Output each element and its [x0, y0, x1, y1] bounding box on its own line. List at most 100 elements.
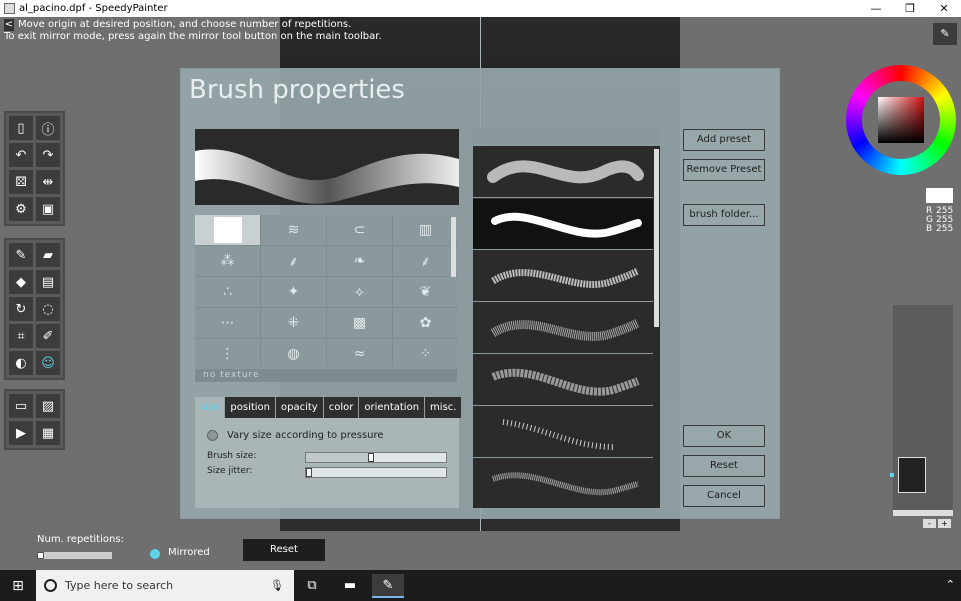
windows-start-icon[interactable]: ⊞	[0, 570, 36, 601]
current-color-swatch[interactable]	[926, 188, 953, 203]
size-jitter-label: Size jitter:	[207, 466, 253, 476]
mirrored-toggle[interactable]	[150, 549, 160, 559]
undo-icon[interactable]: ↶	[9, 143, 33, 167]
close-button[interactable]: ✕	[927, 0, 961, 17]
remove-layer-button[interactable]: -	[923, 519, 936, 528]
brush-icon[interactable]: ✎	[9, 243, 33, 267]
lasso-icon[interactable]: ◌	[36, 297, 60, 321]
texture-item[interactable]: ◍	[261, 339, 326, 369]
task-view-icon[interactable]: ⧉	[300, 574, 324, 598]
tab-orientation[interactable]: orientation	[359, 397, 425, 418]
texture-item[interactable]: ⋮	[195, 339, 260, 369]
color-square[interactable]	[878, 97, 924, 143]
mirror-mode-icon[interactable]: ☺	[36, 351, 60, 375]
tray-expand-icon[interactable]: ⌃	[946, 578, 955, 591]
layer-opacity-slider[interactable]	[893, 510, 953, 516]
texture-item[interactable]: ❧	[327, 246, 392, 276]
tab-misc[interactable]: misc.	[425, 397, 462, 418]
add-layer-button[interactable]: +	[938, 519, 951, 528]
texture-item[interactable]: ⸙	[393, 246, 458, 276]
texture-item[interactable]: ⸙	[261, 246, 326, 276]
folder-icon[interactable]: ▭	[9, 394, 33, 418]
no-texture-label[interactable]: no texture	[195, 369, 457, 382]
dice-icon[interactable]: ⚄	[9, 170, 33, 194]
texture-item[interactable]: ∴	[195, 277, 260, 307]
dialog-title: Brush properties	[189, 75, 405, 105]
search-icon	[44, 579, 57, 592]
microphone-icon[interactable]: 🎙	[270, 579, 284, 592]
crop-icon[interactable]: ⌗	[9, 324, 33, 348]
texture-item[interactable]: ⁘	[393, 339, 458, 369]
texture-item[interactable]: ✦	[261, 277, 326, 307]
color-wheel[interactable]	[846, 65, 956, 175]
tab-position[interactable]: position	[225, 397, 275, 418]
flip-icon[interactable]: ⇹	[36, 170, 60, 194]
speedypainter-taskbar-icon[interactable]: ✎	[372, 574, 404, 598]
settings-icon[interactable]: ⚙	[9, 197, 33, 221]
texture-item[interactable]: ▩	[327, 308, 392, 338]
brush-preset[interactable]	[473, 459, 653, 508]
texture-item[interactable]: ⟡	[327, 277, 392, 307]
brush-settings-icon[interactable]: ✎	[933, 23, 957, 45]
fill-icon[interactable]: ◆	[9, 270, 33, 294]
rotate-icon[interactable]: ↻	[9, 297, 33, 321]
repetitions-label: Num. repetitions:	[37, 534, 124, 545]
new-document-icon[interactable]: ▯	[9, 116, 33, 140]
texture-scrollbar[interactable]	[451, 217, 456, 277]
redo-icon[interactable]: ↷	[36, 143, 60, 167]
taskbar-search[interactable]: Type here to search 🎙	[36, 570, 294, 601]
repetitions-slider[interactable]	[37, 552, 112, 559]
texture-item[interactable]: ✿	[393, 308, 458, 338]
clapper-icon[interactable]: ▦	[36, 421, 60, 445]
brush-preset[interactable]	[473, 251, 653, 302]
hint-back-button[interactable]: <	[4, 19, 14, 31]
eraser-icon[interactable]: ▰	[36, 243, 60, 267]
pressure-size-radio[interactable]	[207, 430, 218, 441]
tab-opacity[interactable]: opacity	[276, 397, 323, 418]
tab-color[interactable]: color	[323, 397, 359, 418]
ok-button[interactable]: OK	[683, 425, 765, 447]
tab-size[interactable]: size	[195, 397, 225, 418]
layer-thumbnail[interactable]	[898, 457, 926, 493]
toolbox-tools: ✎ ▰ ◆ ▤ ↻ ◌ ⌗ ✐ ◐ ☺	[4, 238, 65, 380]
reset-button[interactable]: Reset	[683, 455, 765, 477]
brush-preset[interactable]	[473, 407, 653, 458]
texture-item[interactable]: ❦	[393, 277, 458, 307]
brush-preset-selected[interactable]	[473, 199, 653, 250]
texture-item[interactable]: ≈	[327, 339, 392, 369]
play-icon[interactable]: ▶	[9, 421, 33, 445]
file-explorer-icon[interactable]: ▬	[338, 574, 362, 598]
texture-item[interactable]: ≋	[261, 215, 326, 245]
texture-item[interactable]: ⋯	[195, 308, 260, 338]
size-jitter-slider[interactable]	[305, 467, 447, 478]
brush-folder-button[interactable]: brush folder...	[683, 204, 765, 226]
brush-preset[interactable]	[473, 355, 653, 406]
reference-icon[interactable]: ▣	[36, 197, 60, 221]
eyedropper-icon[interactable]: ✐	[36, 324, 60, 348]
save-icon[interactable]: ▨	[36, 394, 60, 418]
gradient-icon[interactable]: ▤	[36, 270, 60, 294]
texture-item[interactable]	[195, 215, 260, 245]
hint-line-1: Move origin at desired position, and cho…	[18, 19, 352, 30]
brush-preset[interactable]	[473, 303, 653, 354]
workspace: < Move origin at desired position, and ch…	[0, 17, 961, 570]
toolbox-media: ▭ ▨ ▶ ▦	[4, 389, 65, 450]
texture-item[interactable]: ⁂	[195, 246, 260, 276]
search-placeholder: Type here to search	[65, 579, 174, 592]
active-layer-indicator	[890, 473, 894, 477]
texture-item[interactable]: ⊂	[327, 215, 392, 245]
brush-preset[interactable]	[473, 147, 653, 198]
presets-scrollbar[interactable]	[654, 149, 659, 327]
texture-item[interactable]: ⁜	[261, 308, 326, 338]
brush-size-slider[interactable]	[305, 452, 447, 463]
add-preset-button[interactable]: Add preset	[683, 129, 765, 151]
mirror-reset-button[interactable]: Reset	[243, 539, 325, 561]
cancel-button[interactable]: Cancel	[683, 485, 765, 507]
minimize-button[interactable]: —	[859, 0, 893, 17]
blue-value: 255	[936, 224, 954, 234]
remove-preset-button[interactable]: Remove Preset	[683, 159, 765, 181]
info-icon[interactable]: ⓘ	[36, 116, 60, 140]
mirror-icon[interactable]: ◐	[9, 351, 33, 375]
maximize-button[interactable]: ❐	[893, 0, 927, 17]
texture-item[interactable]: ▥	[393, 215, 458, 245]
